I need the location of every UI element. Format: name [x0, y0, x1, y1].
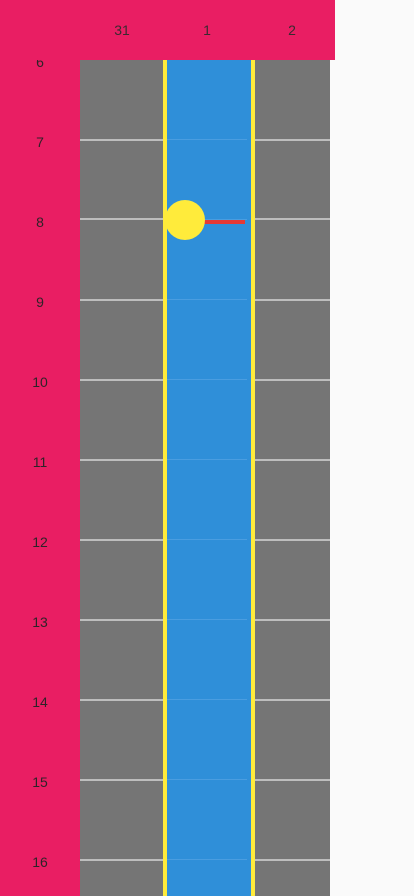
day-header: 31 1 2: [0, 0, 335, 60]
schedule-grid[interactable]: [80, 60, 330, 896]
today-hour-line: [167, 779, 247, 780]
day-header-2[interactable]: 2: [252, 0, 332, 60]
hour-label-7: 7: [36, 134, 44, 150]
current-time-indicator: [165, 200, 205, 240]
hour-label-8: 8: [36, 214, 44, 230]
today-hour-line: [167, 859, 247, 860]
hour-column: 6 7 8 9 10 11 12 13 14 15 16: [0, 54, 80, 896]
today-hour-line: [167, 379, 247, 380]
today-column[interactable]: [163, 60, 255, 896]
today-hour-line: [167, 299, 247, 300]
hour-label-14: 14: [32, 694, 48, 710]
current-time-line: [203, 220, 245, 224]
hour-label-12: 12: [32, 534, 48, 550]
today-hour-line: [167, 139, 247, 140]
today-hour-line: [167, 459, 247, 460]
day-header-31[interactable]: 31: [82, 0, 162, 60]
hour-label-15: 15: [32, 774, 48, 790]
hour-label-16: 16: [32, 854, 48, 870]
hour-label-10: 10: [32, 374, 48, 390]
hour-label-9: 9: [36, 294, 44, 310]
today-hour-line: [167, 619, 247, 620]
today-hour-line: [167, 539, 247, 540]
today-hour-line: [167, 699, 247, 700]
hour-label-13: 13: [32, 614, 48, 630]
hour-label-11: 11: [32, 454, 48, 470]
calendar-week-view: 31 1 2 6 7 8 9 10 11 12 13 14 15 16: [0, 0, 414, 896]
day-header-1[interactable]: 1: [167, 0, 247, 60]
